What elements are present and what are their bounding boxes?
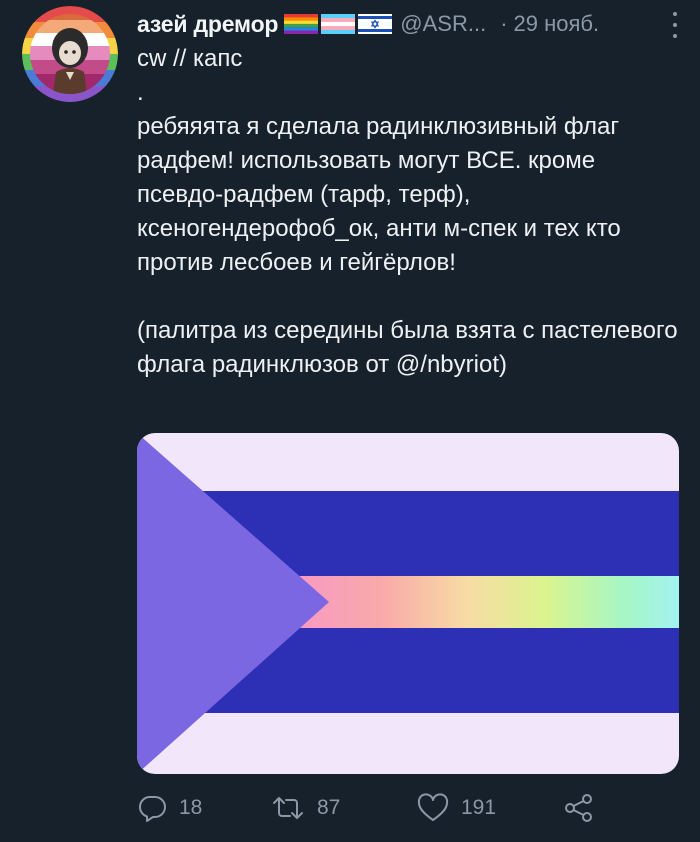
like-count: 191 bbox=[461, 796, 497, 819]
reply-icon bbox=[138, 796, 166, 822]
like-button[interactable]: 191 bbox=[417, 788, 496, 828]
more-options-dot bbox=[673, 34, 677, 38]
reply-count: 18 bbox=[179, 796, 203, 819]
tweet-media-image[interactable] bbox=[137, 433, 679, 774]
flag-bottom-stripe bbox=[137, 713, 679, 774]
tweet-timestamp[interactable]: 29 нояб. bbox=[514, 11, 600, 37]
avatar-image bbox=[22, 6, 118, 102]
tweet-paragraph-1: ребяяята я сделала радинклюзивный флаг р… bbox=[137, 113, 621, 276]
more-options-dot bbox=[673, 23, 677, 27]
flag-gradient-stripe bbox=[297, 576, 679, 628]
radinclusive-flag-image bbox=[137, 433, 679, 774]
retweet-button[interactable]: 87 bbox=[271, 788, 340, 828]
flag-top-stripe bbox=[137, 433, 679, 491]
share-button[interactable] bbox=[563, 788, 595, 828]
avatar[interactable] bbox=[22, 6, 118, 102]
author-flags bbox=[284, 14, 393, 34]
tweet-header: азей дремор @ASR... · 29 нояб. bbox=[137, 8, 682, 40]
reply-button[interactable]: 18 bbox=[137, 788, 202, 828]
transgender-flag-icon bbox=[321, 14, 356, 34]
author-display-name[interactable]: азей дремор bbox=[137, 11, 278, 38]
content-warning-line: cw // капс bbox=[137, 45, 243, 72]
retweet-count: 87 bbox=[317, 796, 341, 819]
tweet-paragraph-2: (палитра из середины была взята с пастел… bbox=[137, 317, 678, 378]
more-options-dot bbox=[673, 12, 677, 16]
tweet-text: cw // капс . ребяяята я сделала радинклю… bbox=[137, 42, 682, 382]
author-handle[interactable]: @ASR... bbox=[400, 11, 486, 37]
rainbow-flag-icon bbox=[284, 14, 319, 34]
retweet-icon bbox=[273, 797, 303, 819]
israel-flag-icon bbox=[358, 14, 393, 34]
tweet-card[interactable]: азей дремор @ASR... · 29 нояб. cw // кап… bbox=[0, 0, 700, 842]
tweet-actions: 18 87 191 bbox=[137, 788, 682, 828]
more-options-icon[interactable] bbox=[668, 12, 682, 38]
timestamp-separator: · bbox=[500, 11, 508, 36]
heart-icon bbox=[417, 793, 449, 821]
share-icon bbox=[565, 794, 592, 822]
dot-line: . bbox=[137, 79, 144, 106]
